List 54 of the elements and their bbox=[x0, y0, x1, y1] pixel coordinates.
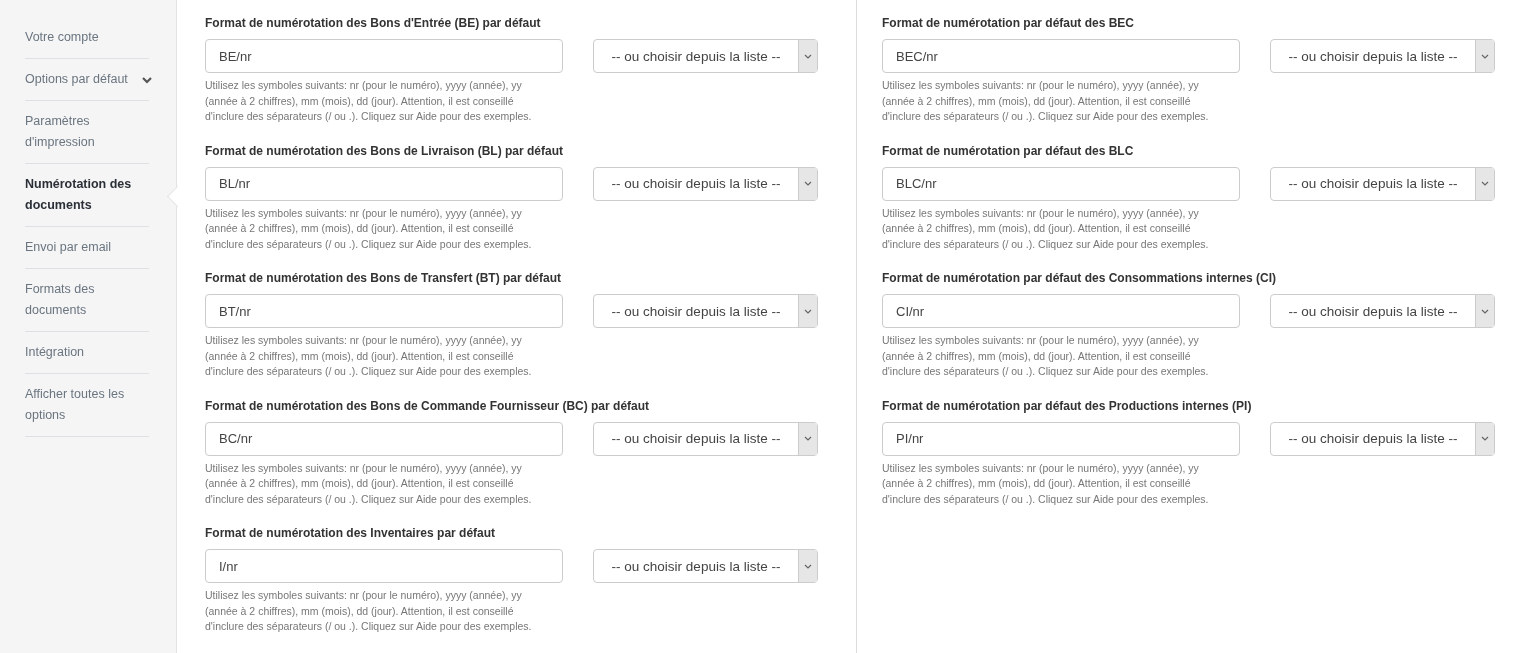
format-select[interactable]: -- ou choisir depuis la liste -- bbox=[593, 421, 818, 456]
field-label: Format de numérotation des Inventaires par défaut bbox=[205, 526, 497, 541]
format-select[interactable]: -- ou choisir depuis la liste -- bbox=[1270, 294, 1495, 328]
help-text: Utilisez les symboles suivants: nr (pour le numéro), yyyy (année), yy (année à 2 chiffres), mm (mois), dd (jour). Attention, il est conseillé d'inclure des séparateurs (/ ou .). Cliquez sur Aide pour des exemples. bbox=[882, 333, 1210, 379]
format-input[interactable]: I/nr bbox=[205, 549, 563, 583]
field-label: Format de numérotation des Bons d'Entrée (BE) par défaut bbox=[205, 16, 542, 31]
sidebar-item[interactable]: Formats des documents bbox=[25, 269, 149, 332]
field-label: Format de numérotation des Bons de Commande Fournisseur (BC) par défaut bbox=[205, 398, 651, 414]
caret-icon bbox=[1481, 181, 1489, 186]
caret-icon bbox=[804, 563, 812, 569]
format-select[interactable]: -- ou choisir depuis la liste -- bbox=[593, 39, 818, 73]
help-text: Utilisez les symboles suivants: nr (pour le numéro), yyyy (année), yy (année à 2 chiffres), mm (mois), dd (jour). Attention, il est conseillé d'inclure des séparateurs (/ ou .). Cliquez sur Aide pour des exemples. bbox=[205, 588, 533, 634]
format-select[interactable]: -- ou choisir depuis la liste -- bbox=[1270, 39, 1495, 73]
field-label: Format de numérotation des Bons de Livraison (BL) par défaut bbox=[205, 143, 565, 159]
sidebar-item[interactable]: Intégration bbox=[25, 332, 149, 374]
format-input[interactable]: BLC/nr bbox=[882, 166, 1240, 201]
format-input[interactable]: BE/nr bbox=[205, 39, 563, 73]
caret-icon bbox=[804, 436, 812, 441]
format-select[interactable]: -- ou choisir depuis la liste -- bbox=[1270, 421, 1495, 456]
chevron-down-icon bbox=[142, 75, 152, 84]
caret-icon bbox=[804, 181, 812, 186]
help-text: Utilisez les symboles suivants: nr (pour le numéro), yyyy (année), yy (année à 2 chiffres), mm (mois), dd (jour). Attention, il est conseillé d'inclure des séparateurs (/ ou .). Cliquez sur Aide pour des exemples. bbox=[882, 205, 1210, 252]
format-input[interactable]: BC/nr bbox=[205, 421, 563, 456]
help-text: Utilisez les symboles suivants: nr (pour le numéro), yyyy (année), yy (année à 2 chiffres), mm (mois), dd (jour). Attention, il est conseillé d'inclure des séparateurs (/ ou .). Cliquez sur Aide pour des exemples. bbox=[205, 78, 533, 124]
help-text: Utilisez les symboles suivants: nr (pour le numéro), yyyy (année), yy (année à 2 chiffres), mm (mois), dd (jour). Attention, il est conseillé d'inclure des séparateurs (/ ou .). Cliquez sur Aide pour des exemples. bbox=[205, 205, 533, 252]
caret-icon bbox=[1481, 53, 1489, 59]
sidebar-item[interactable]: Options par défaut bbox=[25, 59, 149, 101]
caret-icon bbox=[1481, 308, 1489, 314]
sidebar-item[interactable]: Paramètres d'impression bbox=[25, 101, 149, 164]
help-text: Utilisez les symboles suivants: nr (pour le numéro), yyyy (année), yy (année à 2 chiffres), mm (mois), dd (jour). Attention, il est conseillé d'inclure des séparateurs (/ ou .). Cliquez sur Aide pour des exemples. bbox=[205, 460, 533, 507]
field-label: Format de numérotation par défaut des Consommations internes (CI) bbox=[882, 271, 1278, 286]
sidebar-item[interactable]: Votre compte bbox=[25, 17, 149, 59]
sidebar-item[interactable]: Afficher toutes les options bbox=[25, 374, 149, 437]
help-text: Utilisez les symboles suivants: nr (pour le numéro), yyyy (année), yy (année à 2 chiffres), mm (mois), dd (jour). Attention, il est conseillé d'inclure des séparateurs (/ ou .). Cliquez sur Aide pour des exemples. bbox=[205, 333, 533, 379]
format-input[interactable]: BT/nr bbox=[205, 294, 563, 328]
field-label: Format de numérotation des Bons de Transfert (BT) par défaut bbox=[205, 271, 563, 286]
field-label: Format de numérotation par défaut des BEC bbox=[882, 16, 1136, 31]
caret-icon bbox=[804, 53, 812, 59]
format-select[interactable]: -- ou choisir depuis la liste -- bbox=[593, 549, 818, 583]
field-label: Format de numérotation par défaut des BLC bbox=[882, 143, 1135, 159]
field-label: Format de numérotation par défaut des Productions internes (PI) bbox=[882, 398, 1253, 414]
format-select[interactable]: -- ou choisir depuis la liste -- bbox=[1270, 166, 1495, 201]
format-input[interactable]: BEC/nr bbox=[882, 39, 1240, 73]
format-input[interactable]: CI/nr bbox=[882, 294, 1240, 328]
help-text: Utilisez les symboles suivants: nr (pour le numéro), yyyy (année), yy (année à 2 chiffres), mm (mois), dd (jour). Attention, il est conseillé d'inclure des séparateurs (/ ou .). Cliquez sur Aide pour des exemples. bbox=[882, 78, 1210, 124]
caret-icon bbox=[804, 308, 812, 314]
format-select[interactable]: -- ou choisir depuis la liste -- bbox=[593, 166, 818, 201]
help-text: Utilisez les symboles suivants: nr (pour le numéro), yyyy (année), yy (année à 2 chiffres), mm (mois), dd (jour). Attention, il est conseillé d'inclure des séparateurs (/ ou .). Cliquez sur Aide pour des exemples. bbox=[882, 460, 1210, 507]
format-input[interactable]: PI/nr bbox=[882, 421, 1240, 456]
format-input[interactable]: BL/nr bbox=[205, 166, 563, 201]
sidebar-item[interactable]: Numérotation des documents bbox=[25, 164, 149, 227]
sidebar-item[interactable]: Envoi par email bbox=[25, 227, 149, 269]
caret-icon bbox=[1481, 436, 1489, 441]
format-select[interactable]: -- ou choisir depuis la liste -- bbox=[593, 294, 818, 328]
